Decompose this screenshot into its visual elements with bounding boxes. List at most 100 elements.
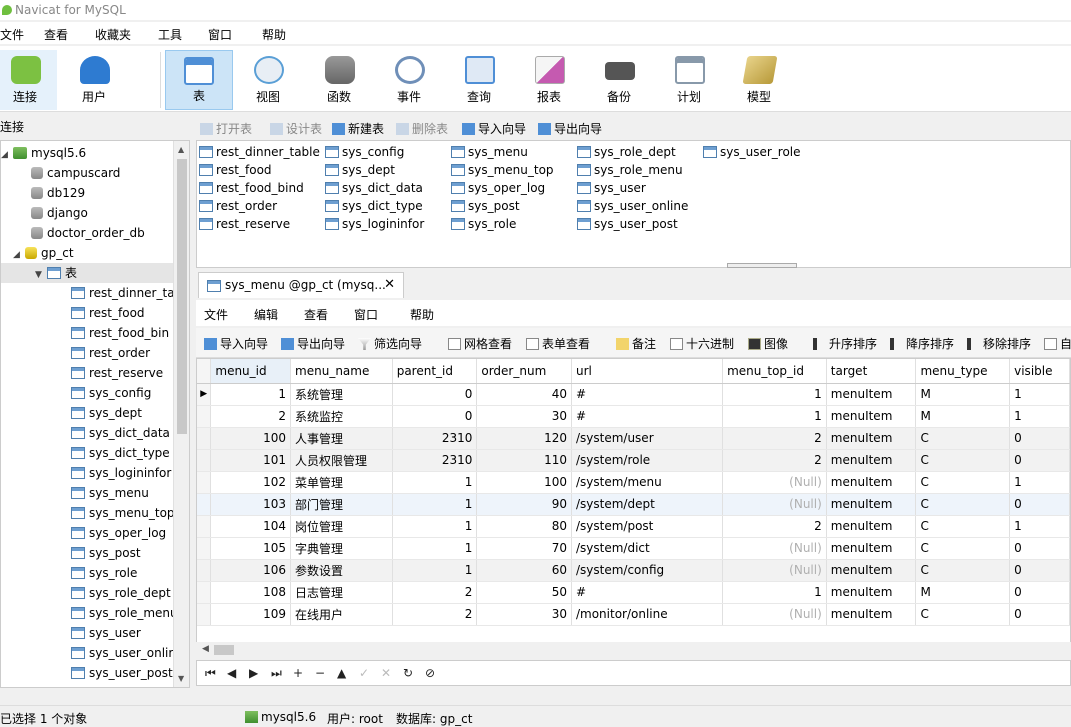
cell-parent-id[interactable]: 1 bbox=[392, 471, 478, 494]
table-row[interactable]: ▶ 1 系统管理 0 40 #1 menuItem M 1 bbox=[197, 383, 1070, 406]
object-table-item[interactable]: sys_oper_log bbox=[451, 179, 545, 197]
cell-parent-id[interactable]: 1 bbox=[392, 559, 478, 582]
cell-menu-name[interactable]: 系统管理 bbox=[290, 383, 393, 406]
row-header[interactable] bbox=[197, 581, 212, 604]
cell-url[interactable]: /system/user bbox=[571, 427, 724, 450]
column-header-order-num[interactable]: order_num bbox=[476, 359, 572, 384]
tree-table-item[interactable]: sys_post bbox=[71, 543, 141, 563]
table-row[interactable]: 103 部门管理 1 90/system/dept (Null) menuItem C 0 bbox=[197, 493, 1070, 516]
menu-tools[interactable]: 工具 bbox=[158, 26, 182, 43]
last-record-icon[interactable]: ⏭ bbox=[271, 666, 282, 681]
cell-target[interactable]: menuItem bbox=[826, 603, 917, 626]
editor-menu-file[interactable]: 文件 bbox=[204, 306, 228, 323]
cell-target[interactable]: menuItem bbox=[826, 581, 917, 604]
cell-target[interactable]: menuItem bbox=[826, 427, 917, 450]
current-row-indicator-icon[interactable]: ▶ bbox=[197, 383, 212, 406]
cell-menu-id[interactable]: 2 bbox=[210, 405, 292, 428]
memo-button[interactable]: 备注 bbox=[616, 335, 656, 352]
connect-button[interactable]: 连接 bbox=[0, 50, 57, 110]
column-header-visible[interactable]: visible bbox=[1009, 359, 1070, 384]
cell-menu-type[interactable]: C bbox=[915, 603, 1011, 626]
cell-menu-top-id[interactable]: 1 bbox=[722, 383, 827, 406]
tree-table-item[interactable]: rest_order bbox=[71, 343, 150, 363]
cell-menu-id[interactable]: 109 bbox=[210, 603, 292, 626]
table-row[interactable]: 2 系统监控 0 30 #1 menuItem M 1 bbox=[197, 405, 1070, 428]
cell-menu-id[interactable]: 102 bbox=[210, 471, 292, 494]
cell-menu-id[interactable]: 100 bbox=[210, 427, 292, 450]
table-row[interactable]: 102 菜单管理 1 100/system/menu (Null) menuItem C 1 bbox=[197, 471, 1070, 494]
cell-parent-id[interactable]: 1 bbox=[392, 537, 478, 560]
row-header[interactable] bbox=[197, 559, 212, 582]
next-record-icon[interactable]: ▶ bbox=[249, 666, 258, 680]
table-row[interactable]: 106 参数设置 1 60/system/config (Null) menuItem C 0 bbox=[197, 559, 1070, 582]
object-table-item[interactable]: sys_role_menu bbox=[577, 161, 683, 179]
cell-visible[interactable]: 1 bbox=[1009, 515, 1070, 538]
close-tab-icon[interactable]: ✕ bbox=[384, 273, 395, 297]
object-table-item[interactable]: sys_dept bbox=[325, 161, 395, 179]
tree-table-item[interactable]: sys_dict_type bbox=[71, 443, 170, 463]
tree-table-item[interactable]: rest_food bbox=[71, 303, 145, 323]
cell-menu-id[interactable]: 104 bbox=[210, 515, 292, 538]
up-record-icon[interactable]: ▲ bbox=[337, 666, 346, 680]
cell-url[interactable]: /system/role bbox=[571, 449, 724, 472]
cell-menu-top-id[interactable]: 2 bbox=[722, 515, 827, 538]
tree-table-item[interactable]: sys_role_menu bbox=[71, 603, 178, 623]
tree-table-item[interactable]: sys_menu_top bbox=[71, 503, 175, 523]
cell-url[interactable]: /system/dict bbox=[571, 537, 724, 560]
table-row[interactable]: 109 在线用户 2 30/monitor/online (Null) menuItem C… bbox=[197, 603, 1070, 626]
object-table-item[interactable]: sys_dict_data bbox=[325, 179, 423, 197]
tree-table-item[interactable]: sys_oper_log bbox=[71, 523, 166, 543]
sort-desc-button[interactable]: 降序排序 bbox=[890, 335, 954, 352]
cell-order-num[interactable]: 30 bbox=[476, 603, 572, 626]
cell-parent-id[interactable]: 2 bbox=[392, 603, 478, 626]
tree-tables-node[interactable]: ▼ 表 bbox=[1, 263, 176, 283]
cell-url[interactable]: /system/menu bbox=[571, 471, 724, 494]
object-table-item[interactable]: rest_reserve bbox=[199, 215, 290, 233]
table-row[interactable]: 108 日志管理 2 50 #1 menuItem M 0 bbox=[197, 581, 1070, 604]
cell-url[interactable]: /system/post bbox=[571, 515, 724, 538]
object-table-item[interactable]: sys_logininfor bbox=[325, 215, 424, 233]
column-header-url[interactable]: url bbox=[571, 359, 724, 384]
image-button[interactable]: 图像 bbox=[748, 335, 788, 352]
menu-help[interactable]: 帮助 bbox=[262, 26, 286, 43]
object-table-item[interactable]: sys_menu bbox=[451, 143, 528, 161]
menu-view[interactable]: 查看 bbox=[44, 26, 68, 43]
cell-menu-id[interactable]: 1 bbox=[210, 383, 292, 406]
event-button[interactable]: 事件 bbox=[377, 50, 441, 110]
export-wizard-button[interactable]: 导出向导 bbox=[538, 120, 602, 137]
cell-url[interactable]: # bbox=[571, 405, 724, 428]
import-wizard-button[interactable]: 导入向导 bbox=[204, 335, 268, 352]
editor-menu-view[interactable]: 查看 bbox=[304, 306, 328, 323]
row-header[interactable] bbox=[197, 515, 212, 538]
cell-target[interactable]: menuItem bbox=[826, 559, 917, 582]
tree-table-item[interactable]: rest_dinner_ta bbox=[71, 283, 175, 303]
row-header[interactable] bbox=[197, 537, 212, 560]
expand-caret-icon[interactable]: ◢ bbox=[1, 145, 13, 165]
cell-parent-id[interactable]: 2 bbox=[392, 581, 478, 604]
remove-sort-button[interactable]: 移除排序 bbox=[967, 335, 1031, 352]
object-table-item[interactable]: sys_menu_top bbox=[451, 161, 554, 179]
open-table-button[interactable]: 打开表 bbox=[200, 120, 252, 137]
sort-asc-button[interactable]: 升序排序 bbox=[813, 335, 877, 352]
tree-table-item[interactable]: sys_role_dept bbox=[71, 583, 171, 603]
cell-visible[interactable]: 1 bbox=[1009, 471, 1070, 494]
tree-database-gp-ct[interactable]: ◢ gp_ct bbox=[13, 243, 74, 263]
cell-order-num[interactable]: 70 bbox=[476, 537, 572, 560]
tree-table-item[interactable]: sys_config bbox=[71, 383, 151, 403]
import-wizard-button[interactable]: 导入向导 bbox=[462, 120, 526, 137]
menu-file[interactable]: 文件 bbox=[0, 26, 24, 43]
cell-menu-id[interactable]: 101 bbox=[210, 449, 292, 472]
cell-menu-top-id[interactable]: 2 bbox=[722, 427, 827, 450]
cell-order-num[interactable]: 30 bbox=[476, 405, 572, 428]
column-header-menu-id[interactable]: menu_id bbox=[210, 359, 292, 384]
column-header-parent-id[interactable]: parent_id bbox=[392, 359, 478, 384]
cell-menu-type[interactable]: C bbox=[915, 559, 1011, 582]
cell-visible[interactable]: 0 bbox=[1009, 559, 1070, 582]
cell-url[interactable]: # bbox=[571, 581, 724, 604]
design-table-button[interactable]: 设计表 bbox=[270, 120, 322, 137]
tree-database[interactable]: django bbox=[31, 203, 88, 223]
cell-menu-type[interactable]: M bbox=[915, 383, 1011, 406]
cell-target[interactable]: menuItem bbox=[826, 515, 917, 538]
tree-table-item[interactable]: sys_user bbox=[71, 623, 141, 643]
cell-parent-id[interactable]: 1 bbox=[392, 515, 478, 538]
